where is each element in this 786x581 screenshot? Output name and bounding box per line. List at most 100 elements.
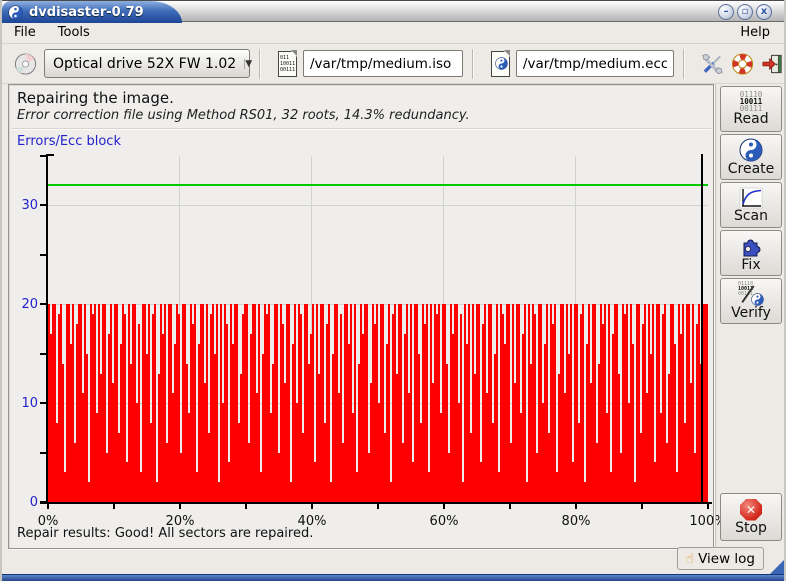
read-binary-icon: 01110 10011 00111 xyxy=(740,91,763,112)
x-tick xyxy=(377,504,379,509)
maximize-button[interactable]: ▫ xyxy=(737,4,753,20)
y-tick xyxy=(40,353,46,355)
view-log-button[interactable]: ☝ View log xyxy=(677,547,764,570)
result-text: Repair results: Good! All sectors are re… xyxy=(17,526,313,541)
x-tick xyxy=(443,504,445,509)
y-tick xyxy=(40,155,46,157)
x-tick xyxy=(707,504,709,509)
sidebar: 01110 10011 00111 Read Create Scan xyxy=(715,84,786,549)
error-bar xyxy=(328,304,330,502)
menu-tools[interactable]: Tools xyxy=(56,23,92,42)
y-tick xyxy=(40,501,46,503)
error-bar xyxy=(288,304,290,502)
preferences-tools-icon[interactable] xyxy=(701,51,724,77)
window-bottom-frame xyxy=(2,574,786,581)
toolbar-separator xyxy=(259,49,261,79)
stop-button[interactable]: ✕ Stop xyxy=(720,493,782,541)
ecc-path-input[interactable] xyxy=(516,50,674,77)
y-tick xyxy=(40,204,46,206)
x-tick xyxy=(179,504,181,509)
threshold-line xyxy=(48,184,708,186)
lifebuoy-help-icon[interactable] xyxy=(731,51,754,77)
read-button-label: Read xyxy=(733,112,768,127)
minimize-button[interactable]: – xyxy=(718,4,734,20)
exit-door-icon[interactable] xyxy=(761,51,784,77)
y-tick-label: 0 xyxy=(2,495,38,510)
x-tick xyxy=(575,504,577,509)
create-yinyang-icon xyxy=(739,138,763,162)
x-axis-line xyxy=(40,502,712,504)
y-tick-label: 30 xyxy=(2,198,38,213)
y-tick-label: 10 xyxy=(2,396,38,411)
x-tick-label: 80% xyxy=(562,514,591,529)
drive-selector[interactable]: Optical drive 52X FW 1.02 ▼ xyxy=(44,49,250,78)
heading-separator xyxy=(11,128,711,130)
verify-button-label: Verify xyxy=(731,306,771,321)
y-tick xyxy=(40,452,46,454)
view-log-label: View log xyxy=(698,551,755,567)
main-panel: Repairing the image. Error correction fi… xyxy=(8,84,714,549)
fix-button-label: Fix xyxy=(741,258,760,273)
fix-puzzle-icon xyxy=(739,234,763,258)
title-bar[interactable]: dvdisaster-0.79 – ▫ x xyxy=(2,0,784,22)
error-bar xyxy=(460,314,462,502)
x-tick xyxy=(509,504,511,509)
ecc-file-icon xyxy=(491,51,510,77)
error-bar xyxy=(388,304,390,502)
x-tick xyxy=(311,504,313,509)
x-tick xyxy=(245,504,247,509)
error-bar xyxy=(86,354,88,502)
status-heading: Repairing the image. xyxy=(17,89,174,107)
chart-title: Errors/Ecc block xyxy=(17,134,121,149)
drive-selector-value: Optical drive 52X FW 1.02 xyxy=(45,56,244,72)
stop-sign-icon: ✕ xyxy=(740,499,762,521)
hand-pointer-icon: ☝ xyxy=(686,551,695,567)
toolbar-separator xyxy=(683,49,685,79)
verify-compare-icon: 01110 10011 00111 xyxy=(738,282,764,306)
menu-bar: File Tools Help xyxy=(2,22,784,44)
status-subheading: Error correction file using Method RS01,… xyxy=(17,108,470,123)
resize-grip[interactable] xyxy=(769,560,784,575)
y-axis-cap-tick xyxy=(48,154,54,156)
app-yinyang-icon xyxy=(8,5,23,20)
create-button-label: Create xyxy=(728,162,775,177)
ecc-yinyang-icon xyxy=(495,57,508,70)
error-bar xyxy=(582,304,584,502)
scan-button[interactable]: Scan xyxy=(720,182,782,228)
y-tick xyxy=(40,254,46,256)
chevron-down-icon: ▼ xyxy=(244,59,252,69)
toolbar: Optical drive 52X FW 1.02 ▼ 011 10011 00… xyxy=(2,44,784,84)
cd-disc-icon xyxy=(14,51,37,77)
scan-button-label: Scan xyxy=(734,209,768,224)
window-title: dvdisaster-0.79 xyxy=(29,5,144,20)
iso-file-icon: 011 10011 00111 xyxy=(278,51,297,77)
error-bar xyxy=(216,304,218,502)
iso-path-input[interactable] xyxy=(303,50,463,77)
fix-button[interactable]: Fix xyxy=(720,230,782,276)
error-bar xyxy=(706,304,708,502)
verify-button[interactable]: 01110 10011 00111 Verify xyxy=(720,278,782,324)
create-button[interactable]: Create xyxy=(720,134,782,180)
title-tab: dvdisaster-0.79 xyxy=(2,1,150,23)
position-cursor xyxy=(701,154,703,502)
app-window: dvdisaster-0.79 – ▫ x File Tools Help Op… xyxy=(0,0,786,581)
menu-help[interactable]: Help xyxy=(738,23,772,42)
error-bar xyxy=(632,344,634,502)
stop-button-label: Stop xyxy=(735,521,767,536)
scan-chart-icon xyxy=(739,187,763,209)
menu-file[interactable]: File xyxy=(12,23,38,42)
x-tick xyxy=(113,504,115,509)
plot-area: 01020300%20%40%60%80%100% xyxy=(48,156,708,502)
y-tick xyxy=(40,303,46,305)
error-bar xyxy=(524,304,526,502)
y-tick-label: 20 xyxy=(2,297,38,312)
x-tick-label: 60% xyxy=(430,514,459,529)
read-button[interactable]: 01110 10011 00111 Read xyxy=(720,86,782,132)
close-button[interactable]: x xyxy=(756,4,772,20)
toolbar-separator xyxy=(472,49,474,79)
x-tick xyxy=(47,504,49,509)
y-tick xyxy=(40,402,46,404)
error-bar xyxy=(154,304,156,502)
title-tab-curve xyxy=(150,1,182,23)
x-tick xyxy=(641,504,643,509)
